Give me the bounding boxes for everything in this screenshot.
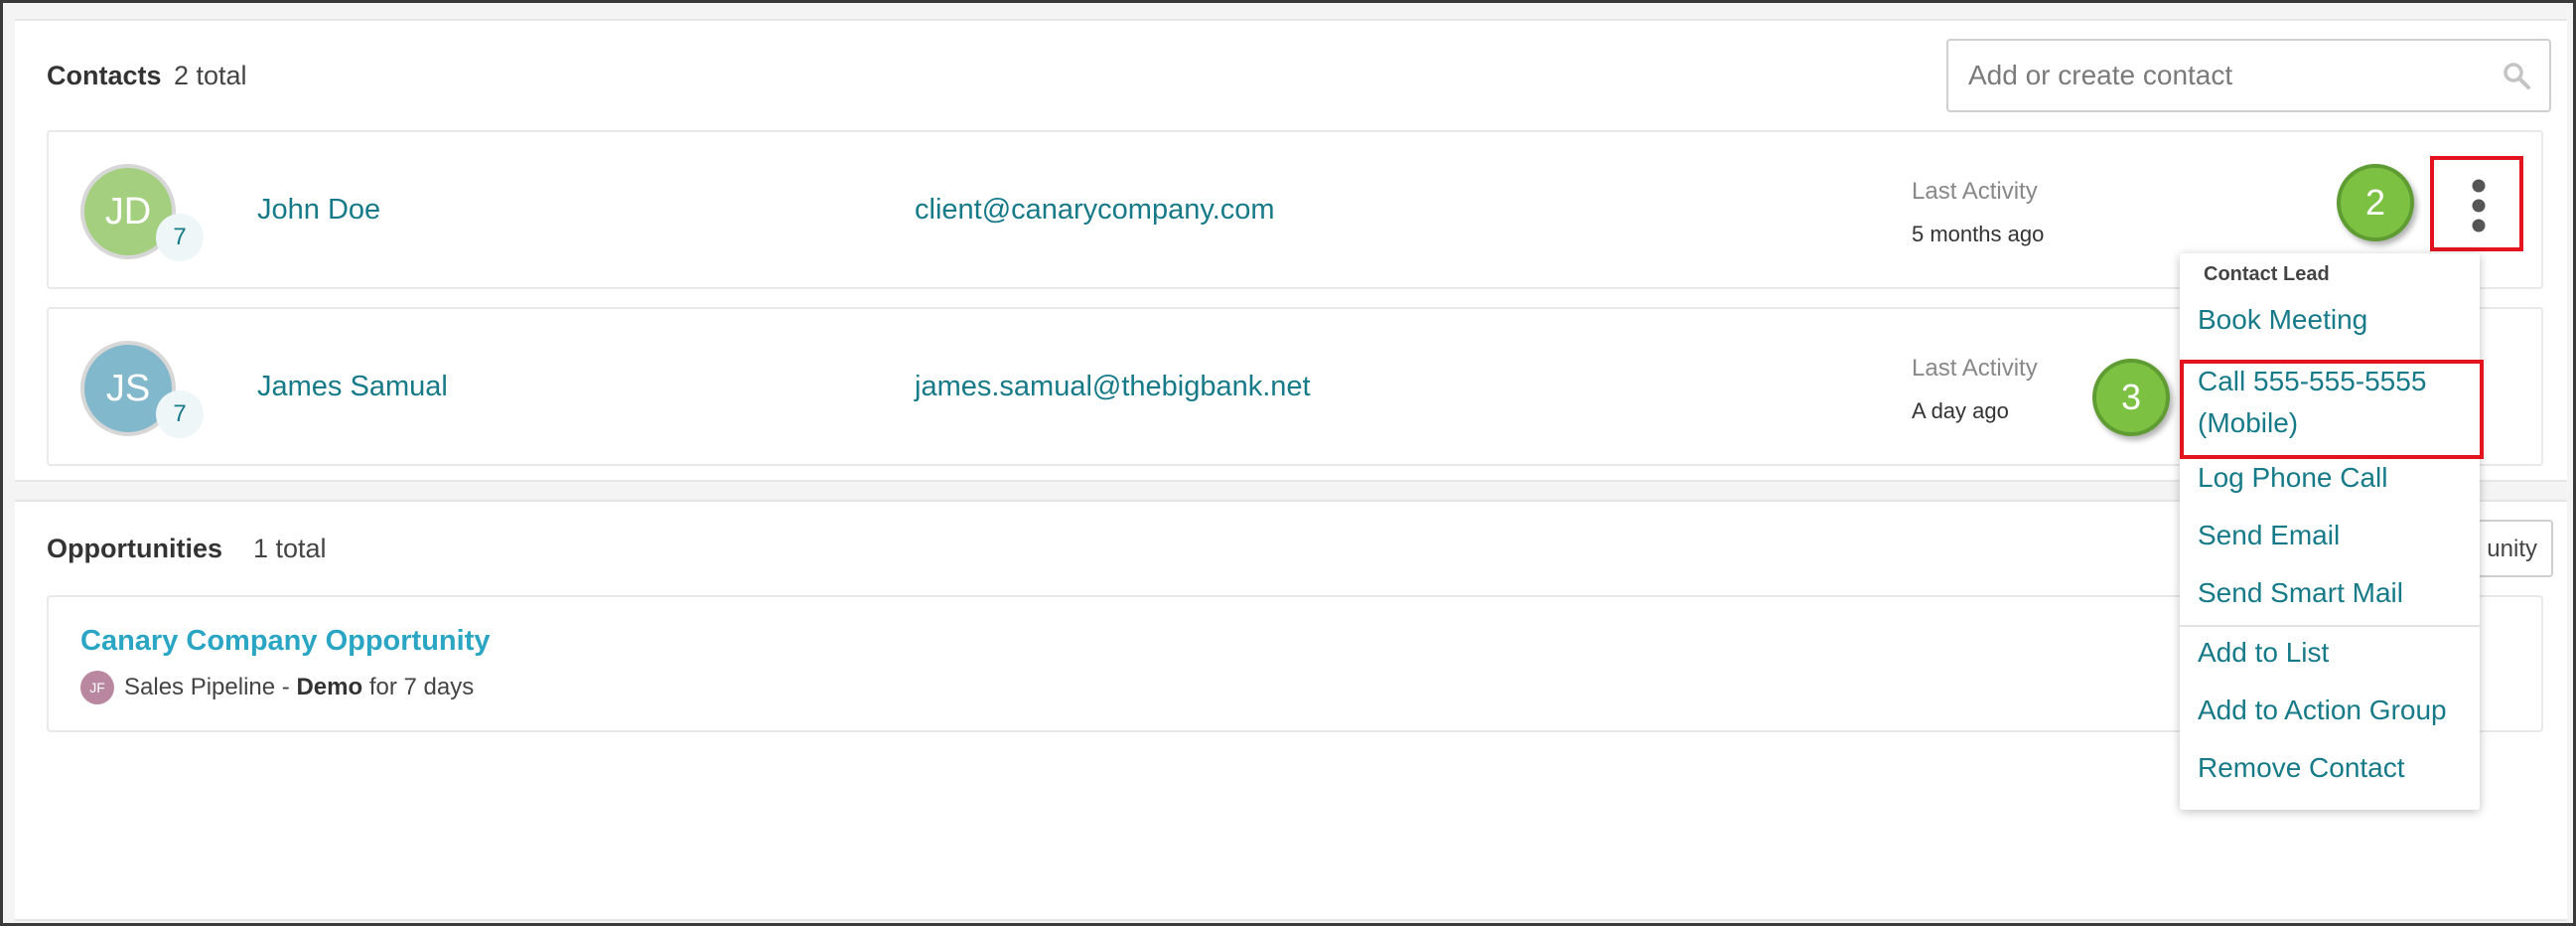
menu-item-book-meeting[interactable]: Book Meeting	[2198, 299, 2367, 341]
new-opportunity-button-label: unity	[2487, 536, 2537, 562]
app-frame: Contacts 2 total JD 7 John Doe client@ca…	[0, 0, 2576, 926]
contact-row[interactable]: JS 7 James Samual james.samual@thebigban…	[47, 307, 2543, 466]
menu-item-remove-contact[interactable]: Remove Contact	[2198, 747, 2405, 789]
menu-item-send-smart-mail[interactable]: Send Smart Mail	[2198, 572, 2403, 614]
contact-row[interactable]: JD 7 John Doe client@canarycompany.com L…	[47, 130, 2543, 289]
opportunity-row[interactable]: Canary Company Opportunity JF Sales Pipe…	[47, 595, 2543, 732]
meta-separator: -	[281, 674, 290, 700]
kebab-menu-icon[interactable]	[2434, 160, 2519, 247]
contact-email-link[interactable]: james.samual@thebigbank.net	[915, 371, 1311, 403]
menu-item-send-email[interactable]: Send Email	[2198, 515, 2340, 556]
last-activity-value: A day ago	[1912, 398, 2009, 423]
stage-duration: for 7 days	[368, 674, 475, 700]
step-marker-2: 2	[2337, 164, 2414, 241]
menu-item-add-to-list[interactable]: Add to List	[2198, 632, 2329, 674]
opportunities-count: 1 total	[253, 534, 327, 563]
contact-email-link[interactable]: client@canarycompany.com	[915, 194, 1275, 227]
contact-search-box[interactable]	[1946, 39, 2551, 112]
contact-activity-count-badge: 7	[156, 390, 204, 438]
search-icon[interactable]	[2502, 61, 2531, 90]
contact-name-link[interactable]: James Samual	[257, 371, 448, 403]
step-marker-3: 3	[2092, 359, 2170, 436]
last-activity-label: Last Activity	[1912, 178, 2038, 205]
stage-name: Demo	[296, 674, 363, 700]
opportunity-title-link[interactable]: Canary Company Opportunity	[80, 625, 491, 658]
contact-search-input[interactable]	[1968, 41, 2504, 110]
contact-activity-count-badge: 7	[156, 214, 204, 261]
call-item-highlight	[2180, 360, 2484, 459]
opportunities-title: Opportunities	[47, 534, 222, 563]
pipeline-name: Sales Pipeline	[124, 674, 276, 700]
contact-actions-menu: Contact Lead Book Meeting Call 555-555-5…	[2180, 253, 2480, 810]
contact-name-link[interactable]: John Doe	[257, 194, 380, 227]
avatar: JF	[80, 671, 114, 704]
contact-actions-kebab-button[interactable]	[2430, 156, 2523, 251]
opportunity-meta: Sales Pipeline - Demo for 7 days	[124, 674, 474, 701]
contacts-title: Contacts	[47, 61, 162, 90]
last-activity-label: Last Activity	[1912, 355, 2038, 382]
menu-item-log-phone-call[interactable]: Log Phone Call	[2198, 457, 2387, 499]
menu-divider	[2180, 625, 2480, 627]
menu-header: Contact Lead	[2204, 263, 2330, 285]
contacts-count: 2 total	[174, 61, 247, 90]
last-activity-value: 5 months ago	[1912, 222, 2045, 246]
menu-item-add-to-action-group[interactable]: Add to Action Group	[2198, 690, 2447, 731]
